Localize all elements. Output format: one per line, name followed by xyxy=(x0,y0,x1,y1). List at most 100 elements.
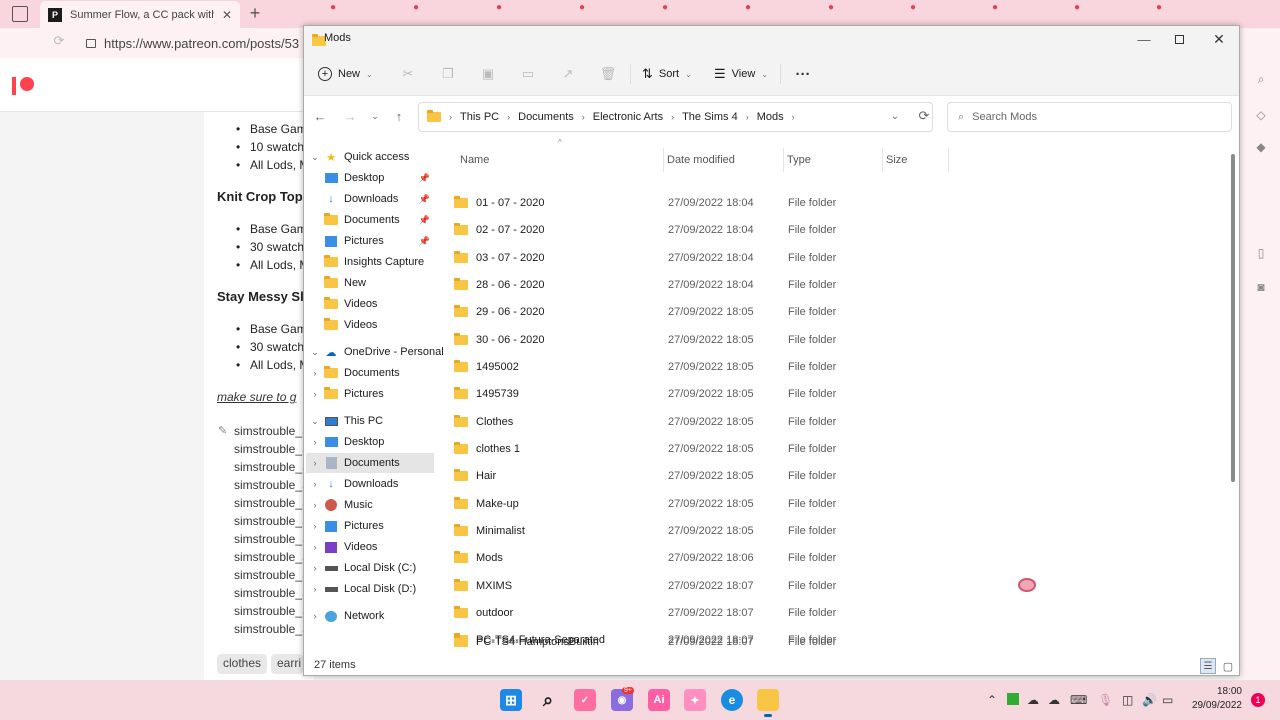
tag-chip[interactable]: earri xyxy=(271,654,303,674)
attachment-link[interactable]: simstrouble_S xyxy=(234,568,306,582)
new-tab-icon[interactable]: + xyxy=(246,3,264,23)
paste-icon[interactable]: ▣ xyxy=(480,66,496,82)
rename-icon[interactable]: ▭ xyxy=(520,66,536,82)
shopping-icon[interactable]: ◇ xyxy=(1254,108,1268,122)
nav-item-videos[interactable]: Videos xyxy=(306,294,434,314)
vertical-scrollbar[interactable] xyxy=(1231,154,1235,482)
recent-chevron-icon[interactable]: ⌄ xyxy=(368,108,382,124)
post-note-link[interactable]: make sure to g xyxy=(217,390,305,404)
chevron-up-icon[interactable]: ⌃ xyxy=(987,693,997,707)
details-view-icon[interactable]: ☰ xyxy=(1200,658,1216,674)
file-row[interactable]: Make-up 27/09/2022 18:05 File folder xyxy=(446,491,956,517)
tab-actions-icon[interactable] xyxy=(12,6,28,22)
tiles-view-icon[interactable]: ▢ xyxy=(1220,658,1236,674)
microphone-icon[interactable]: 🎙 xyxy=(1098,693,1113,707)
nvidia-icon[interactable] xyxy=(1007,693,1019,705)
file-row[interactable]: 1495002 27/09/2022 18:05 File folder xyxy=(446,354,956,380)
attachment-link[interactable]: simstrouble_S xyxy=(234,478,306,492)
tag-icon[interactable]: ◆ xyxy=(1254,140,1268,154)
osu-icon[interactable]: ✦ xyxy=(684,689,706,711)
file-row[interactable]: 29 - 06 - 2020 27/09/2022 18:05 File folde… xyxy=(446,299,956,325)
attachment-link[interactable]: simstrouble_S xyxy=(234,442,306,456)
browser-tab[interactable]: P Summer Flow, a CC pack with Jo ✕ xyxy=(40,1,240,28)
breadcrumb-item[interactable]: Documents xyxy=(518,111,574,123)
search-input[interactable]: ⌕ Search Mods xyxy=(947,102,1232,132)
nav-item-pc-pictures[interactable]: › Pictures xyxy=(306,516,434,536)
attachment-link[interactable]: simstrouble_S xyxy=(234,604,306,618)
maximize-icon[interactable] xyxy=(1170,30,1188,48)
back-arrow-icon[interactable]: ← xyxy=(312,108,328,124)
nav-item-pc-videos[interactable]: › Videos xyxy=(306,537,434,557)
nav-item-new[interactable]: New xyxy=(306,273,434,293)
up-arrow-icon[interactable]: ↑ xyxy=(391,108,407,124)
view-button[interactable]: ☰ View ⌄ xyxy=(714,64,768,84)
column-header-size[interactable]: Size xyxy=(886,148,946,172)
copy-icon[interactable]: ❐ xyxy=(440,66,456,82)
nav-item-onedrive-pictures[interactable]: › Pictures xyxy=(306,384,434,404)
nav-item-local-disk-c[interactable]: › Local Disk (C:) xyxy=(306,558,434,578)
breadcrumb-item[interactable]: Mods xyxy=(757,111,784,123)
tag-chip[interactable]: clothes xyxy=(217,654,267,674)
file-row[interactable]: 03 - 07 - 2020 27/09/2022 18:04 File folde… xyxy=(446,245,956,271)
attachment-link[interactable]: simstrouble_S xyxy=(234,550,306,564)
clock-date[interactable]: 29/09/2022 xyxy=(1184,700,1242,711)
breadcrumb-item[interactable]: This PC xyxy=(460,111,499,123)
share-icon[interactable]: ↗ xyxy=(560,66,576,82)
close-tab-icon[interactable]: ✕ xyxy=(222,8,232,22)
nav-item-onedrive-documents[interactable]: › Documents xyxy=(306,363,434,383)
nav-item-pc-desktop[interactable]: › Desktop xyxy=(306,432,434,452)
file-row[interactable]: MXIMS 27/09/2022 18:07 File folder xyxy=(446,573,956,599)
nav-item-insights-capture[interactable]: Insights Capture xyxy=(306,252,434,272)
windows-start-icon[interactable]: ⊞ xyxy=(500,689,522,711)
file-row[interactable]: 28 - 06 - 2020 27/09/2022 18:04 File folde… xyxy=(446,272,956,298)
file-explorer-icon[interactable] xyxy=(757,689,779,711)
column-header-date[interactable]: Date modified xyxy=(667,148,777,172)
sort-button[interactable]: ⇅ Sort ⌄ xyxy=(642,64,692,84)
attachment-link[interactable]: simstrouble_S xyxy=(234,496,306,510)
attachment-link[interactable]: simstrouble_S xyxy=(234,460,306,474)
nav-quick-access[interactable]: ⌄ ★ Quick access xyxy=(306,147,434,167)
attachment-link[interactable]: simstrouble_S xyxy=(234,622,306,636)
breadcrumb[interactable]: › This PC › Documents › Electronic Arts … xyxy=(418,102,933,132)
refresh-icon[interactable]: ⟳ xyxy=(916,108,932,124)
nav-item-videos[interactable]: Videos xyxy=(306,315,434,335)
patreon-logo-icon[interactable] xyxy=(12,76,36,96)
camera-icon[interactable]: ◙ xyxy=(1254,280,1268,294)
column-header-name[interactable]: Name xyxy=(460,148,660,172)
search-icon[interactable]: ⌕ xyxy=(1254,72,1268,86)
attachment-link[interactable]: simstrouble_S xyxy=(234,586,306,600)
delete-icon[interactable]: 🗑 xyxy=(600,66,617,82)
nav-item-documents[interactable]: Documents 📌 xyxy=(306,210,434,230)
file-row[interactable]: 01 - 07 - 2020 27/09/2022 18:04 File folde… xyxy=(446,190,956,216)
phone-icon[interactable]: ▯ xyxy=(1254,246,1268,260)
attachment-link[interactable]: simstrouble_S xyxy=(234,532,306,546)
nav-onedrive[interactable]: ⌄ ☁ OneDrive - Personal xyxy=(306,342,443,362)
attachment-link[interactable]: simstrouble_S xyxy=(234,514,306,528)
file-row[interactable]: 30 - 06 - 2020 27/09/2022 18:05 File folde… xyxy=(446,327,956,353)
nav-network[interactable]: › Network xyxy=(306,606,434,626)
illustrator-icon[interactable]: Ai xyxy=(648,689,670,711)
cut-icon[interactable]: ✂ xyxy=(400,66,416,82)
onedrive-icon[interactable]: ☁ xyxy=(1048,693,1060,707)
url-field[interactable]: https://www.patreon.com/posts/53 xyxy=(86,32,316,54)
file-row[interactable]: 02 - 07 - 2020 27/09/2022 18:04 File folde… xyxy=(446,217,956,243)
breadcrumb-item[interactable]: The Sims 4 xyxy=(682,111,738,123)
clock-time[interactable]: 18:00 xyxy=(1190,686,1242,697)
battery-icon[interactable]: ▭ xyxy=(1162,693,1173,707)
column-header-type[interactable]: Type xyxy=(787,148,877,172)
cloud-icon[interactable]: ☁ xyxy=(1027,693,1039,707)
app-pink-icon[interactable]: ✓ xyxy=(574,689,596,711)
nav-item-local-disk-d[interactable]: › Local Disk (D:) xyxy=(306,579,434,599)
file-row[interactable]: Hair 27/09/2022 18:05 File folder xyxy=(446,463,956,489)
nav-item-pc-music[interactable]: › Music xyxy=(306,495,434,515)
nav-item-pc-documents[interactable]: › Documents xyxy=(306,453,434,473)
nav-this-pc[interactable]: ⌄ This PC xyxy=(306,411,434,431)
file-row[interactable]: Minimalist 27/09/2022 18:05 File folder xyxy=(446,518,956,544)
search-icon[interactable]: ⌕ xyxy=(537,689,559,711)
close-icon[interactable]: ✕ xyxy=(1209,29,1229,49)
minimize-icon[interactable]: — xyxy=(1134,29,1154,49)
file-row[interactable]: outdoor 27/09/2022 18:07 File folder xyxy=(446,600,956,626)
file-row[interactable]: PC-TS4-HamptonsBuiltin 27/09/2022 18:07 Fi… xyxy=(446,629,956,655)
file-row[interactable]: Clothes 27/09/2022 18:05 File folder xyxy=(446,409,956,435)
nav-item-desktop[interactable]: Desktop 📌 xyxy=(306,168,434,188)
